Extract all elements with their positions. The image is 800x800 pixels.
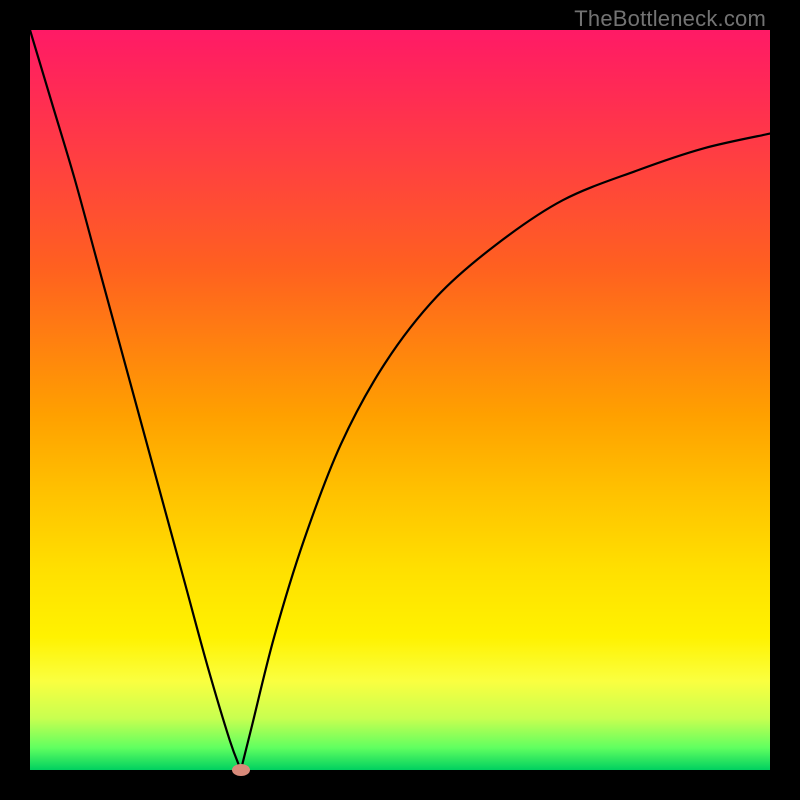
- optimal-point-marker: [232, 764, 250, 776]
- watermark-text: TheBottleneck.com: [574, 6, 766, 32]
- plot-area: [30, 30, 770, 770]
- right-branch-line: [241, 134, 770, 770]
- curve-layer: [30, 30, 770, 770]
- chart-frame: TheBottleneck.com: [0, 0, 800, 800]
- left-branch-line: [30, 30, 241, 770]
